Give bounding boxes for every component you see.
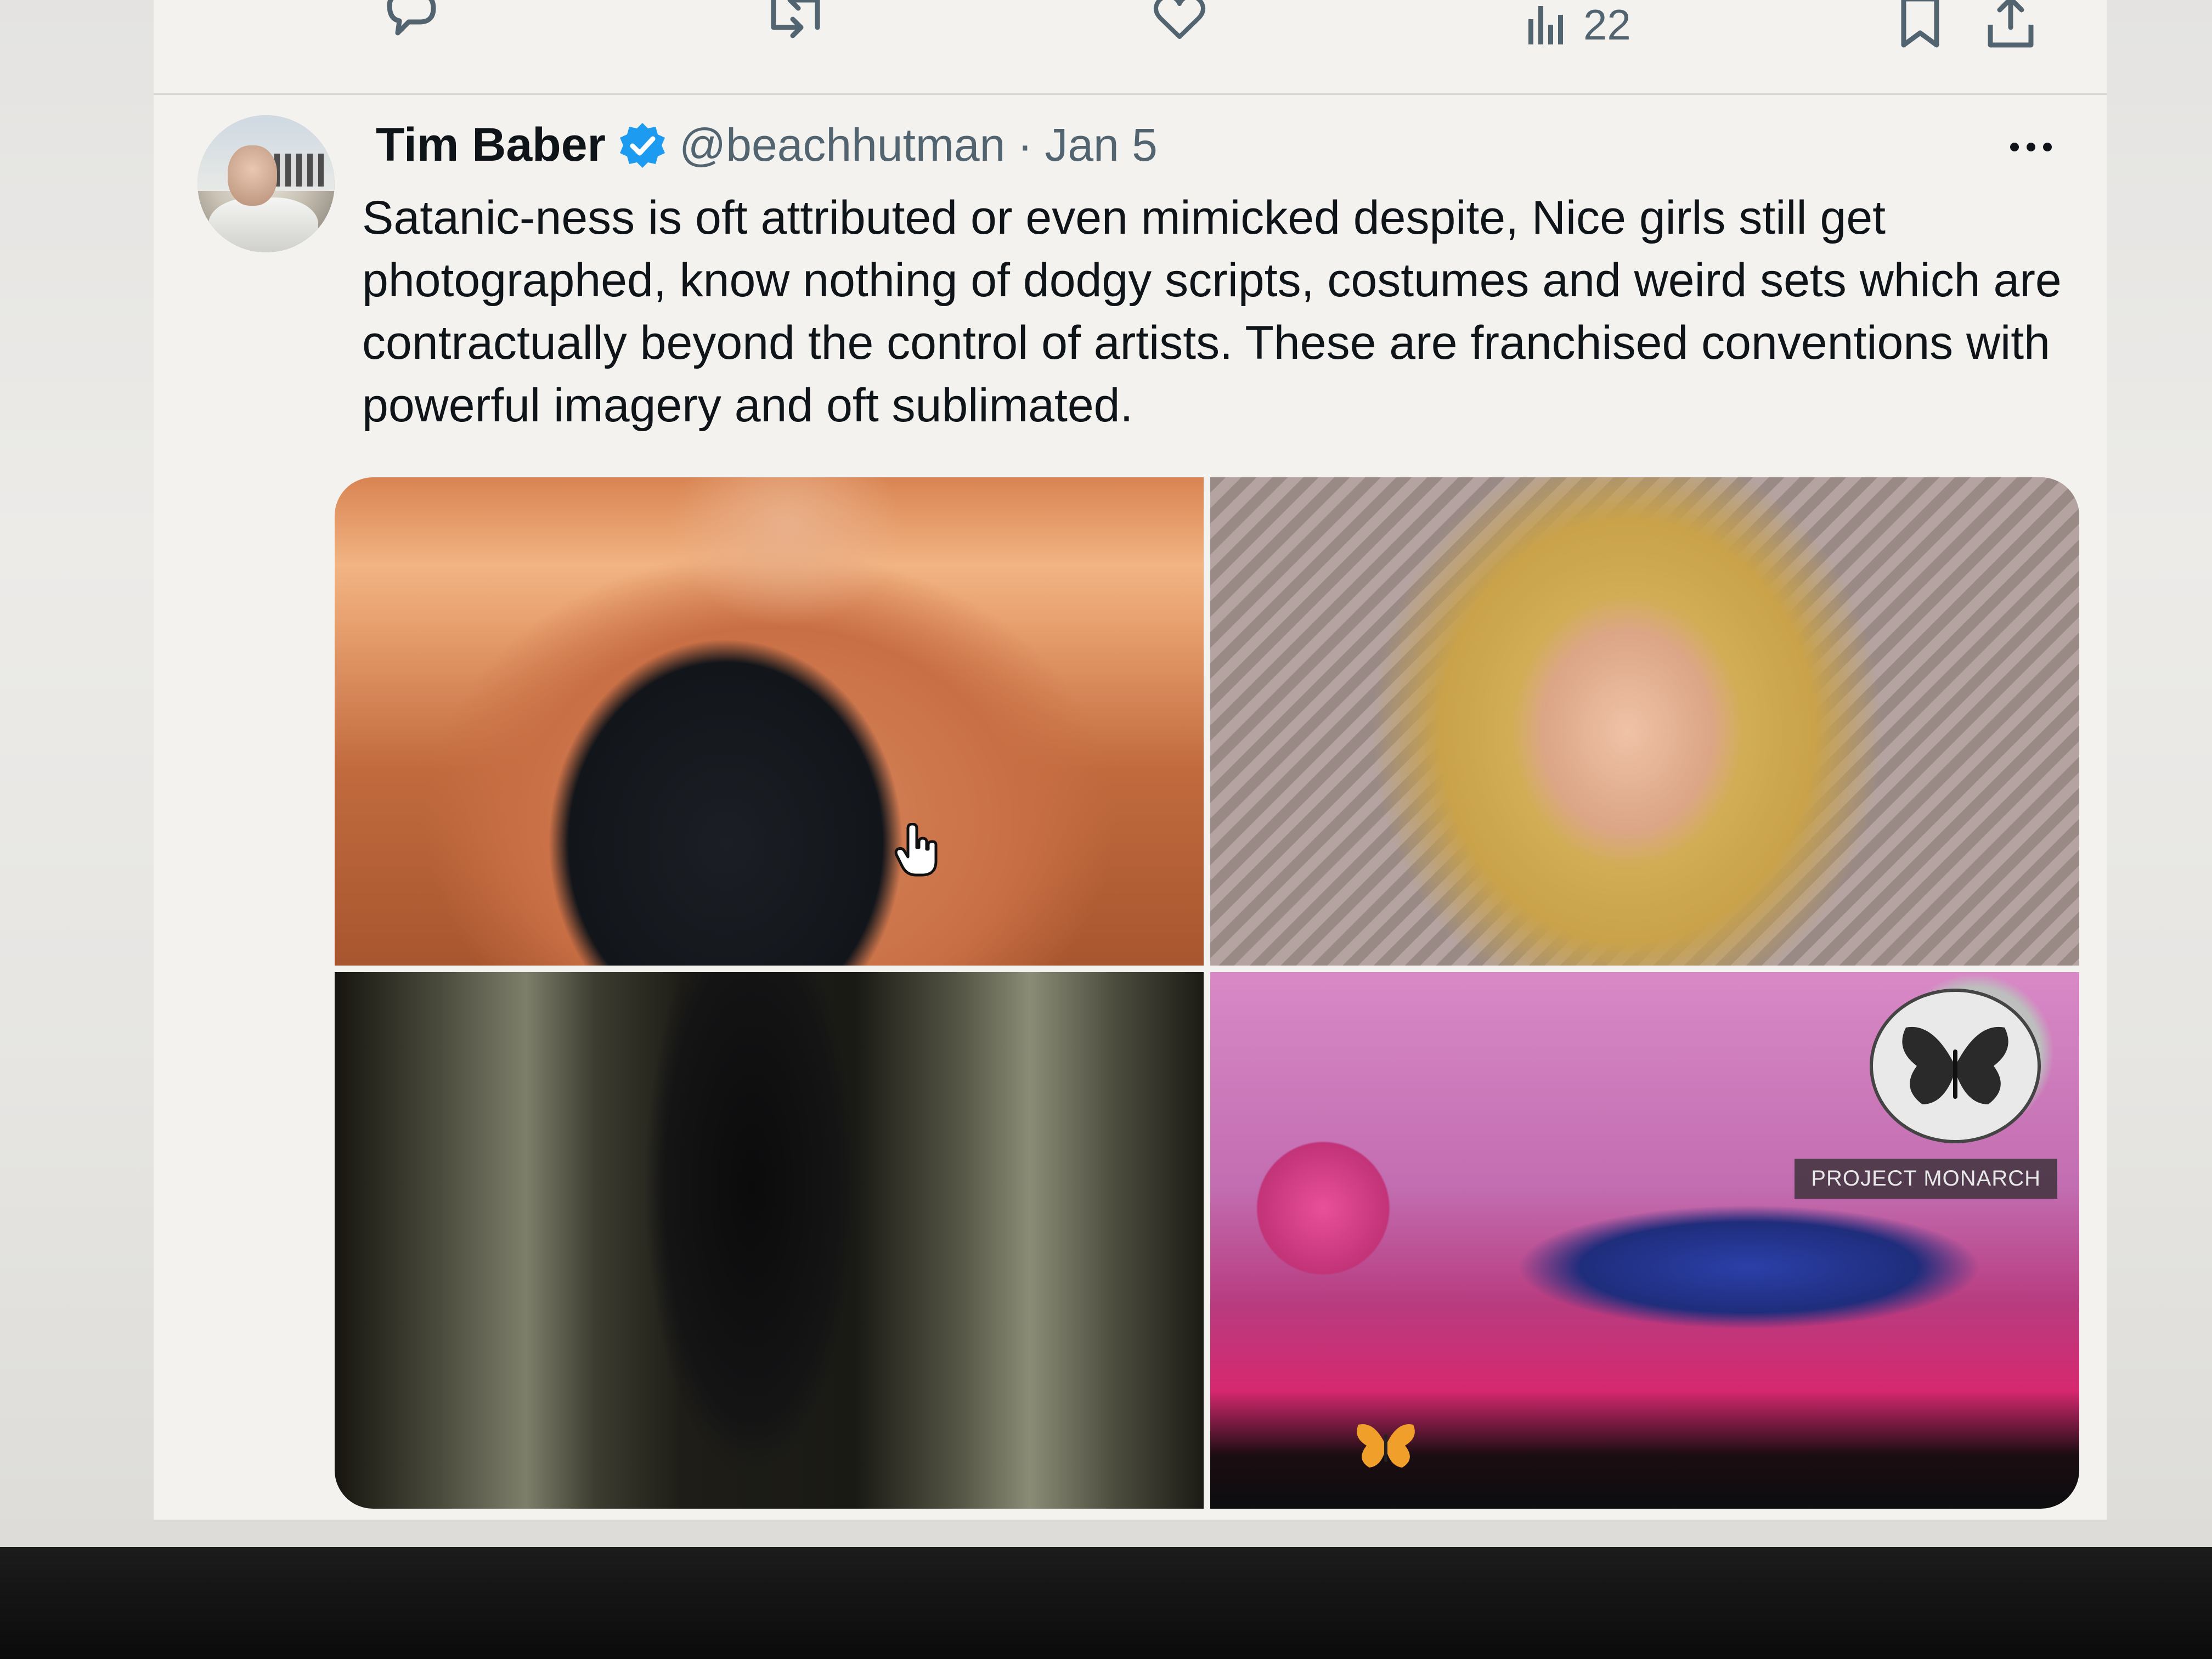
media-image-1[interactable] bbox=[335, 477, 1204, 966]
views-count: 22 bbox=[1583, 0, 1631, 49]
header-separator: · bbox=[1017, 119, 1033, 171]
media-image-2[interactable] bbox=[1210, 477, 2079, 966]
tweet[interactable]: Tim Baber @beachhutman · Jan 5 Satanic-n… bbox=[154, 93, 2107, 1520]
previous-tweet-actions: 22 bbox=[154, 0, 2107, 95]
author-name[interactable]: Tim Baber bbox=[376, 118, 606, 172]
share-button[interactable] bbox=[1986, 0, 2035, 49]
like-button[interactable] bbox=[1152, 0, 1207, 41]
bookmark-button[interactable] bbox=[1898, 0, 1942, 49]
reply-icon bbox=[384, 0, 439, 38]
more-options-icon[interactable] bbox=[2010, 143, 2052, 151]
verified-badge-icon[interactable] bbox=[618, 121, 667, 170]
avatar[interactable] bbox=[198, 115, 335, 252]
views-button[interactable]: 22 bbox=[1525, 0, 1631, 49]
media-grid: PROJECT MONARCH bbox=[335, 477, 2079, 1509]
media-image-4[interactable]: PROJECT MONARCH bbox=[1210, 972, 2079, 1509]
share-icon bbox=[1986, 0, 2035, 49]
tweet-date[interactable]: Jan 5 bbox=[1045, 119, 1158, 172]
monitor-bezel bbox=[0, 1547, 2212, 1659]
tweet-text: Satanic-ness is oft attributed or even m… bbox=[362, 191, 2062, 432]
retweet-icon bbox=[763, 0, 828, 38]
retweet-button[interactable] bbox=[763, 0, 828, 38]
media-image-3[interactable] bbox=[335, 972, 1204, 1509]
bookmark-icon bbox=[1898, 0, 1942, 49]
small-butterfly-icon bbox=[1353, 1418, 1419, 1476]
hand-cursor-icon bbox=[894, 822, 944, 881]
butterfly-icon bbox=[1870, 989, 2041, 1143]
reply-button[interactable] bbox=[384, 0, 439, 38]
tweet-header: Tim Baber @beachhutman · Jan 5 bbox=[376, 118, 1158, 172]
heart-icon bbox=[1152, 0, 1207, 41]
author-handle[interactable]: @beachhutman bbox=[679, 119, 1005, 172]
project-monarch-label: PROJECT MONARCH bbox=[1795, 1159, 2057, 1199]
views-icon bbox=[1525, 3, 1569, 47]
